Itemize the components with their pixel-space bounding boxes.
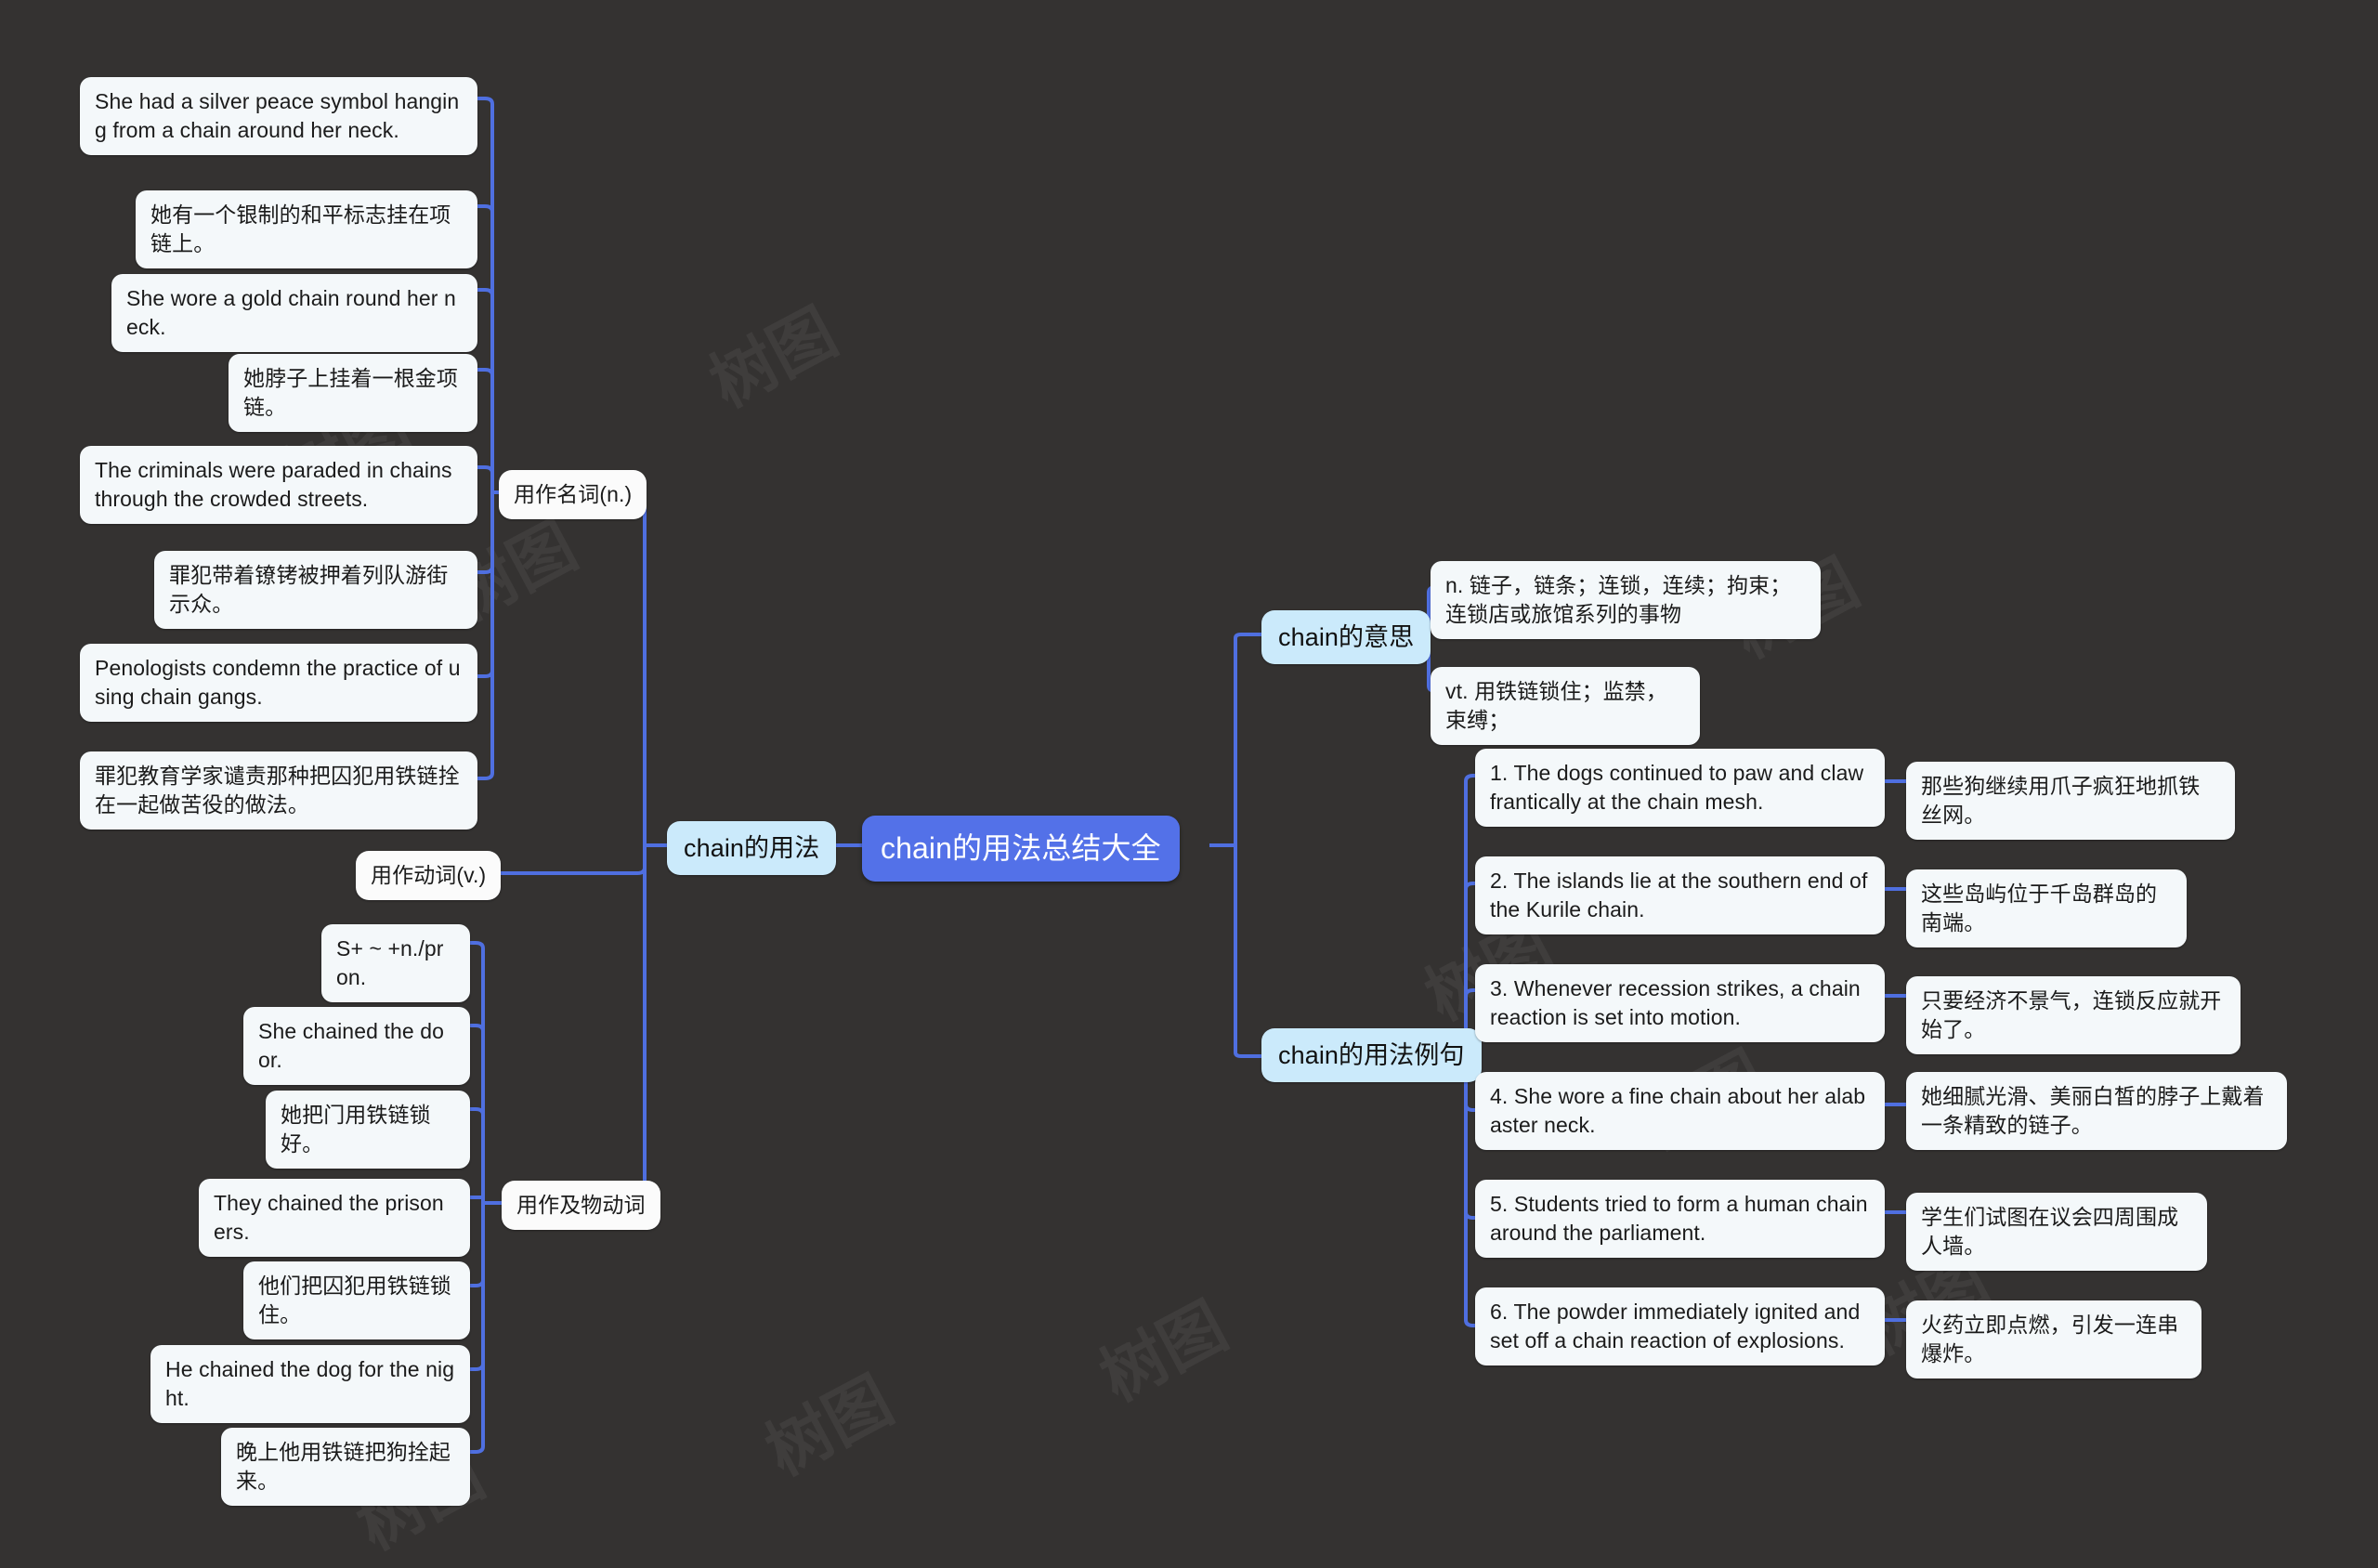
- example-en[interactable]: She had a silver peace symbol hanging fr…: [80, 77, 477, 155]
- category-transitive-verb[interactable]: 用作及物动词: [502, 1181, 660, 1230]
- watermark: 树图: [754, 1364, 904, 1489]
- example-en[interactable]: He chained the dog for the night.: [150, 1345, 470, 1423]
- watermark: 树图: [699, 295, 848, 421]
- example-en[interactable]: Penologists condemn the practice of usin…: [80, 644, 477, 722]
- example-zh[interactable]: 那些狗继续用爪子疯狂地抓铁丝网。: [1906, 762, 2235, 840]
- example-en[interactable]: 2. The islands lie at the southern end o…: [1475, 856, 1885, 934]
- meaning-verb[interactable]: vt. 用铁链锁住；监禁，束缚；: [1431, 667, 1700, 745]
- example-zh[interactable]: 这些岛屿位于千岛群岛的南端。: [1906, 869, 2187, 947]
- root-node[interactable]: chain的用法总结大全: [862, 816, 1180, 882]
- example-en[interactable]: 1. The dogs continued to paw and claw fr…: [1475, 749, 1885, 827]
- example-en[interactable]: The criminals were paraded in chains thr…: [80, 446, 477, 524]
- example-en[interactable]: 6. The powder immediately ignited and se…: [1475, 1287, 1885, 1365]
- branch-chain-usage[interactable]: chain的用法: [667, 821, 837, 876]
- example-zh[interactable]: 火药立即点燃，引发一连串爆炸。: [1906, 1300, 2202, 1379]
- example-en[interactable]: She chained the door.: [243, 1007, 470, 1085]
- example-en[interactable]: They chained the prisoners.: [199, 1179, 470, 1257]
- example-en[interactable]: 5. Students tried to form a human chain …: [1475, 1180, 1885, 1258]
- example-zh[interactable]: 晚上他用铁链把狗拴起来。: [221, 1428, 470, 1506]
- example-zh[interactable]: 只要经济不景气，连锁反应就开始了。: [1906, 976, 2241, 1054]
- example-zh[interactable]: 学生们试图在议会四周围成人墙。: [1906, 1193, 2207, 1271]
- example-zh[interactable]: 她脖子上挂着一根金项链。: [229, 354, 477, 432]
- example-zh[interactable]: 罪犯带着镣铐被押着列队游街示众。: [154, 551, 477, 629]
- category-verb-usage[interactable]: 用作动词(v.): [356, 851, 502, 900]
- example-zh[interactable]: 她细腻光滑、美丽白皙的脖子上戴着一条精致的链子。: [1906, 1072, 2287, 1150]
- example-zh[interactable]: 他们把囚犯用铁链锁住。: [243, 1261, 470, 1339]
- meaning-noun[interactable]: n. 链子，链条；连锁，连续；拘束；连锁店或旅馆系列的事物: [1431, 561, 1821, 639]
- example-zh[interactable]: 罪犯教育学家谴责那种把囚犯用铁链拴在一起做苦役的做法。: [80, 751, 477, 830]
- watermark: 树图: [1089, 1289, 1238, 1415]
- category-noun-usage[interactable]: 用作名词(n.): [499, 470, 647, 519]
- mindmap-canvas: 树图 树图 树图 树图 树图 树图 树图 树图 树图 树图: [0, 0, 2378, 1563]
- example-en[interactable]: 3. Whenever recession strikes, a chain r…: [1475, 964, 1885, 1042]
- example-en[interactable]: 4. She wore a fine chain about her alaba…: [1475, 1072, 1885, 1150]
- pattern-node[interactable]: S+ ~ +n./pron.: [321, 924, 470, 1002]
- example-zh[interactable]: 她把门用铁链锁好。: [266, 1091, 470, 1169]
- branch-chain-meaning[interactable]: chain的意思: [1261, 610, 1431, 665]
- example-en[interactable]: She wore a gold chain round her neck.: [111, 274, 477, 352]
- branch-chain-examples[interactable]: chain的用法例句: [1261, 1028, 1482, 1083]
- example-zh[interactable]: 她有一个银制的和平标志挂在项链上。: [136, 190, 477, 268]
